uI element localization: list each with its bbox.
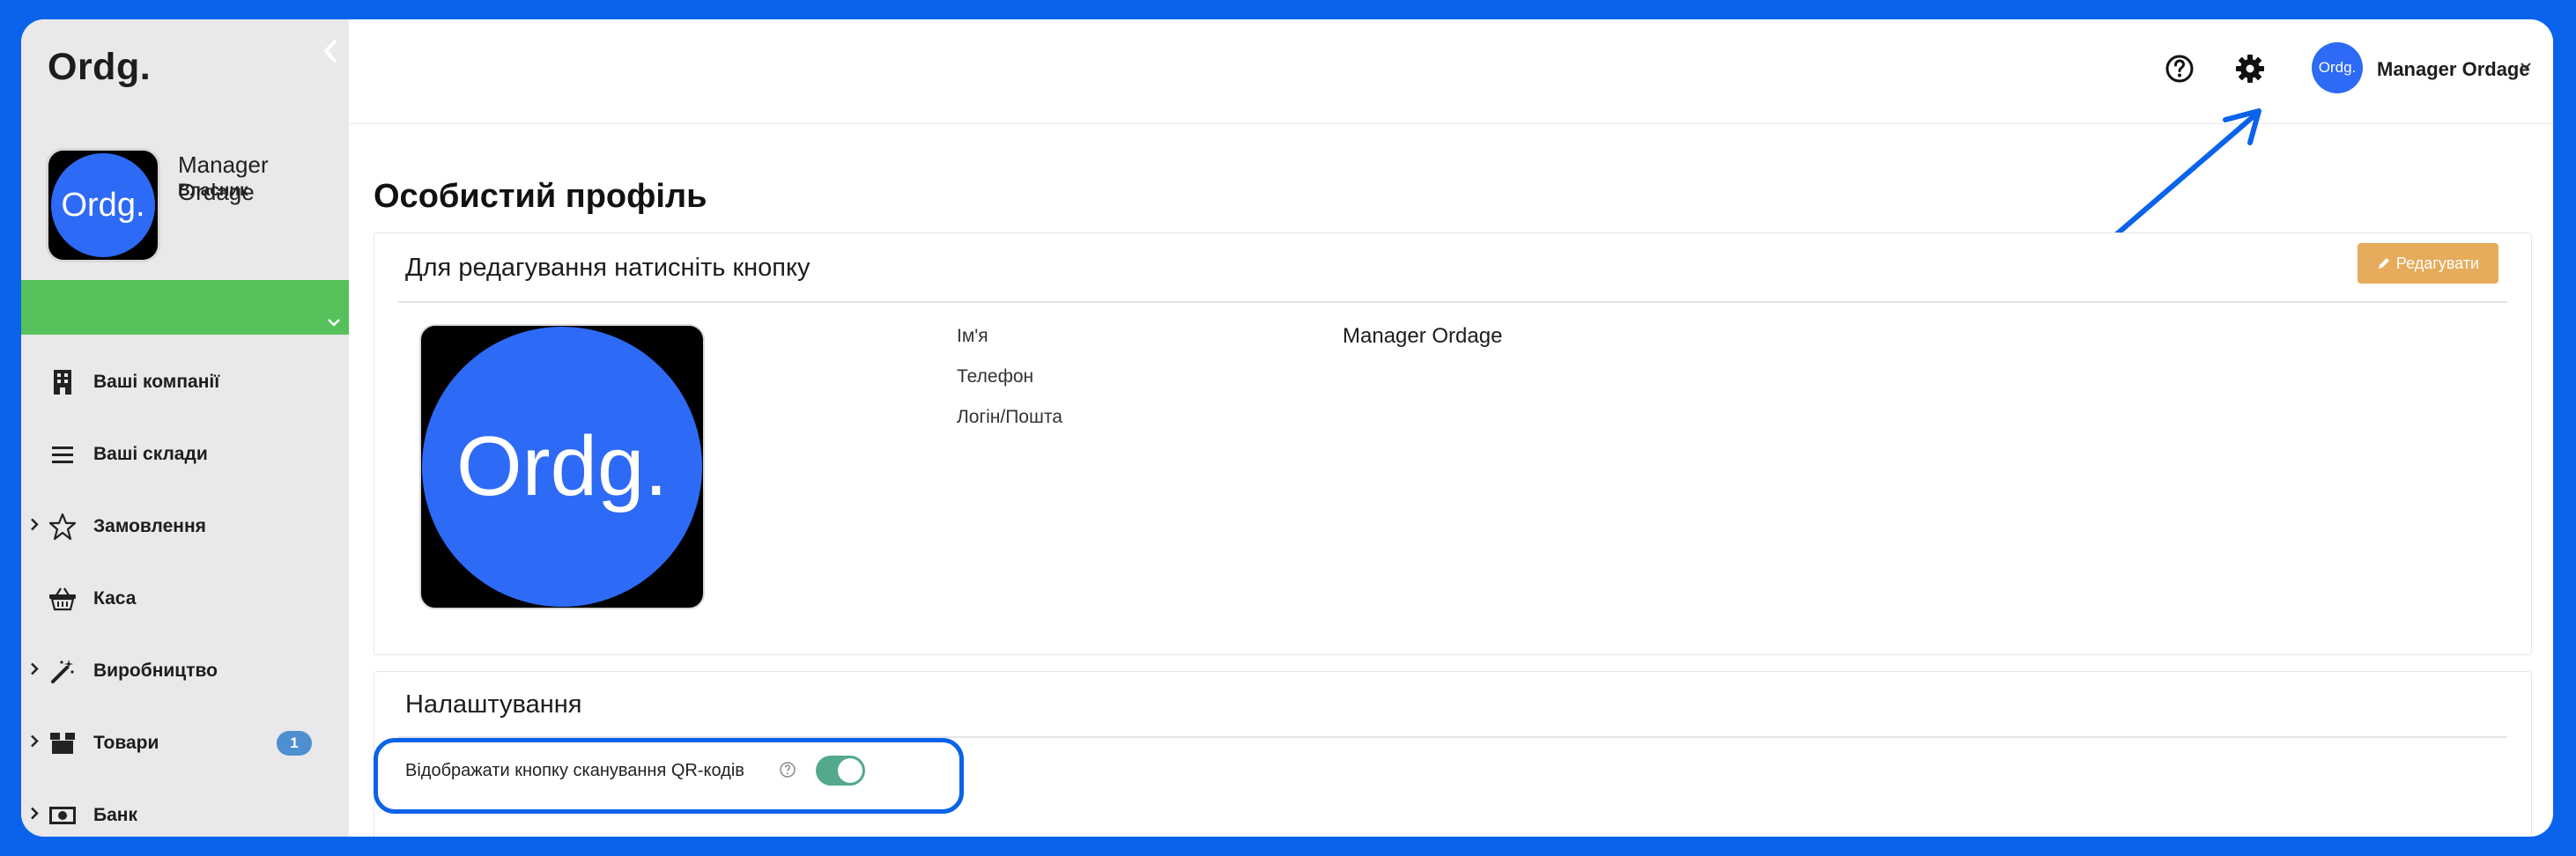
sidebar-item-cashier[interactable]: Каса <box>21 572 349 625</box>
chevron-down-icon[interactable] <box>2520 62 2532 70</box>
settings-button[interactable] <box>2232 51 2268 86</box>
field-label-login: Логін/Пошта <box>957 407 1062 427</box>
gear-icon <box>2236 55 2264 83</box>
sidebar-item-label: Товари <box>93 733 159 753</box>
collapse-sidebar-button[interactable] <box>317 33 344 69</box>
sidebar-item-orders[interactable]: Замовлення <box>21 500 349 553</box>
field-label-name: Ім'я <box>957 326 988 346</box>
settings-card-title: Налаштування <box>405 690 582 719</box>
box-icon <box>48 728 78 758</box>
building-icon <box>48 367 78 397</box>
sidebar-item-companies[interactable]: Ваші компанії <box>21 356 349 409</box>
chevron-left-icon <box>323 40 337 63</box>
help-button[interactable] <box>2162 51 2197 86</box>
chevron-right-icon <box>30 807 39 825</box>
chevron-right-icon <box>30 662 39 681</box>
profile-photo: Ordg. <box>419 324 705 609</box>
field-label-phone: Телефон <box>957 366 1034 387</box>
star-icon <box>48 512 78 542</box>
profile-card-title: Для редагування натисніть кнопку <box>405 254 811 282</box>
magic-wand-icon <box>48 656 78 686</box>
photo-logo: Ordg. <box>422 327 702 607</box>
sidebar-item-production[interactable]: Виробництво <box>21 645 349 697</box>
basket-icon <box>48 584 78 614</box>
profile-avatar: Ordg. <box>46 148 160 262</box>
sidebar-item-bank[interactable]: Банк <box>21 789 349 837</box>
divider <box>398 301 2507 303</box>
app-logo[interactable]: Ordg. <box>48 46 151 89</box>
chevron-down-icon <box>328 319 340 327</box>
user-menu[interactable]: Manager Ordage <box>2377 58 2530 81</box>
pencil-icon <box>2378 258 2389 269</box>
sidebar: Ordg. Ordg. Manager Ordage Власник Ваші … <box>21 19 349 837</box>
list-icon <box>48 439 78 469</box>
annotation-highlight <box>374 738 964 814</box>
edit-button-label: Редагувати <box>2395 254 2480 272</box>
screenshot-frame: Ordg. Ordg. Manager Ordage Власник Ваші … <box>0 0 2576 856</box>
sidebar-item-label: Ваші склади <box>93 444 208 464</box>
sidebar-item-products[interactable]: Товари 1 <box>21 717 349 770</box>
sidebar-item-label: Каса <box>93 588 137 609</box>
sidebar-item-label: Виробництво <box>93 660 218 681</box>
chevron-right-icon <box>30 518 39 536</box>
company-selector[interactable] <box>21 280 349 335</box>
sidebar-item-warehouses[interactable]: Ваші склади <box>21 428 349 481</box>
field-value-name: Manager Ordage <box>1343 324 1503 348</box>
products-count-badge: 1 <box>277 731 312 756</box>
sidebar-item-label: Замовлення <box>93 516 206 536</box>
chevron-right-icon <box>30 734 39 753</box>
sidebar-item-label: Банк <box>93 805 137 825</box>
sidebar-item-label: Ваші компанії <box>93 372 220 392</box>
profile-role: Власник <box>178 181 248 200</box>
help-circle-icon <box>2165 55 2194 83</box>
avatar-logo: Ordg. <box>51 153 155 257</box>
app-window: Ordg. Ordg. Manager Ordage Власник Ваші … <box>21 19 2553 837</box>
user-avatar[interactable]: Ordg. <box>2312 42 2363 93</box>
money-icon <box>48 801 78 830</box>
edit-button[interactable]: Редагувати <box>2358 243 2498 284</box>
page-title: Особистий профіль <box>374 178 707 215</box>
